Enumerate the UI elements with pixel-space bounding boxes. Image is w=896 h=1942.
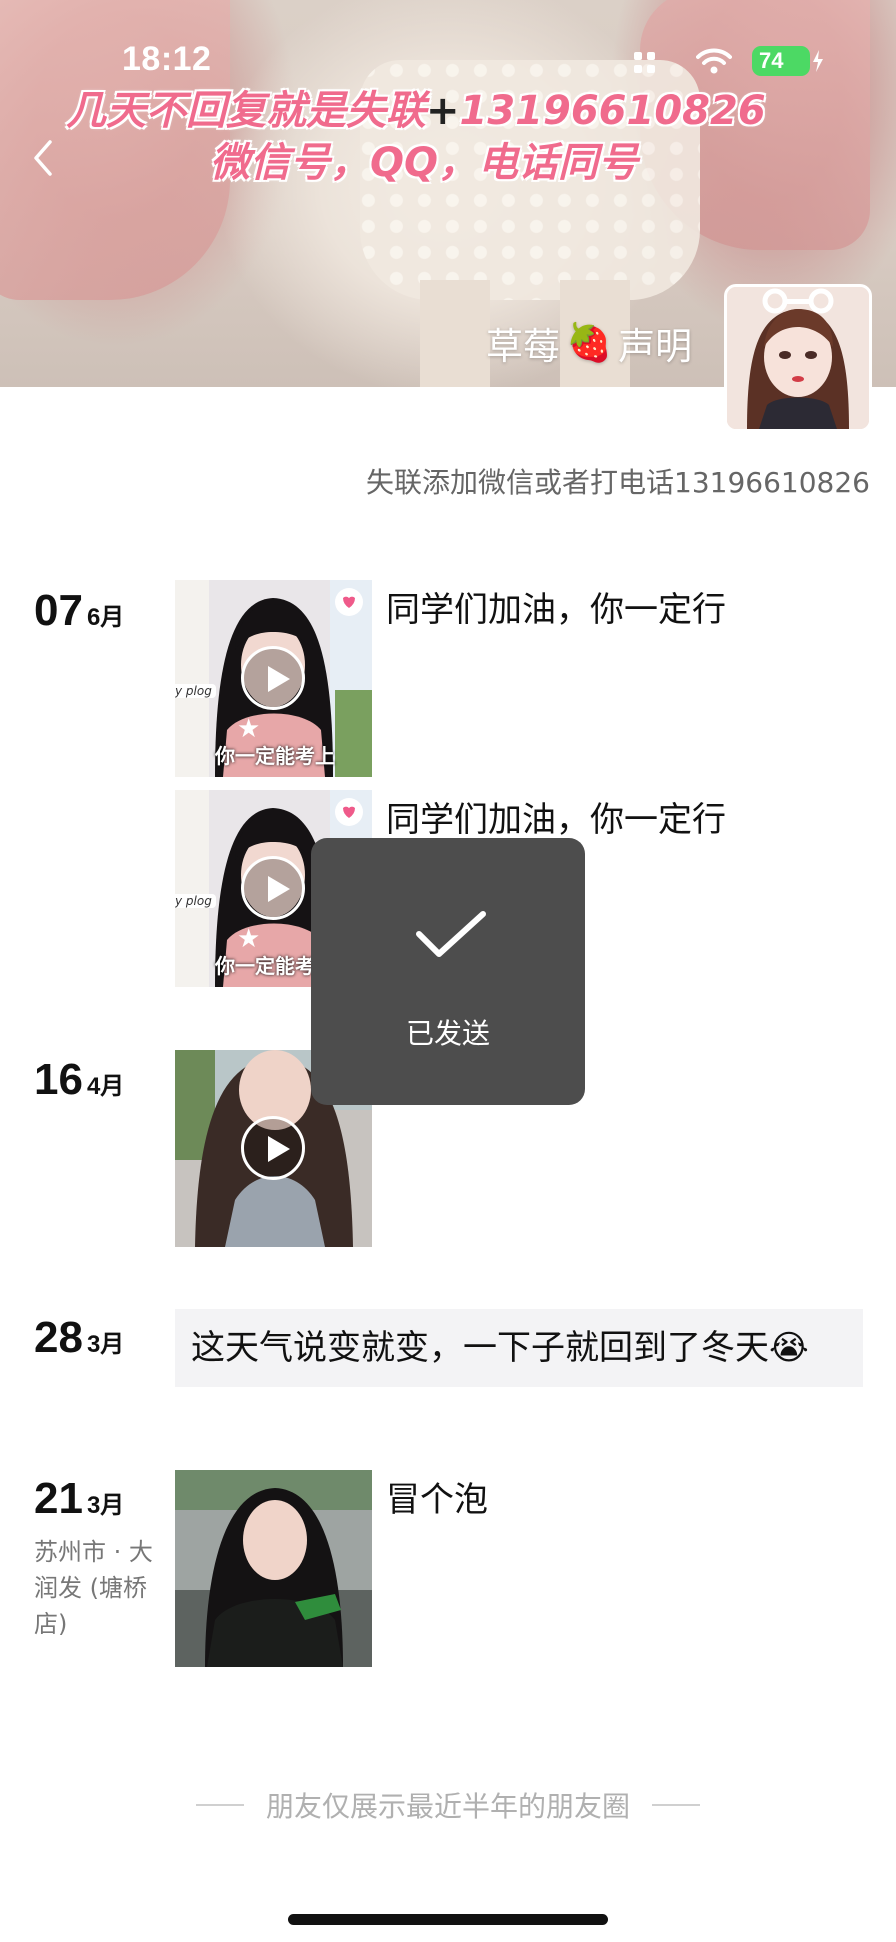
profile-nickname[interactable]: 草莓 🍓 声明 xyxy=(486,316,692,370)
post-date: 07 6月 xyxy=(34,586,125,635)
play-icon[interactable] xyxy=(241,856,305,920)
post-location[interactable]: 苏州市 · 大润发 (塘桥店) xyxy=(34,1534,164,1642)
thumb-tag: y plog xyxy=(175,894,216,908)
signal-icon xyxy=(634,52,658,74)
plus-sign: + xyxy=(426,88,460,134)
divider xyxy=(652,1804,700,1806)
text-post-card[interactable]: 这天气说变就变，一下子就回到了冬天😭 xyxy=(175,1309,863,1387)
strawberry-emoji: 🍓 xyxy=(566,321,613,364)
sent-toast: 已发送 xyxy=(311,838,585,1105)
wifi-icon xyxy=(696,48,732,74)
avatar[interactable] xyxy=(724,284,872,432)
status-time: 18:12 xyxy=(122,40,212,78)
post-text: 同学们加油，你一定行 xyxy=(386,800,726,840)
battery-icon: 74 xyxy=(752,46,823,76)
divider xyxy=(195,1804,244,1806)
back-chevron-icon[interactable] xyxy=(30,136,60,180)
home-indicator[interactable] xyxy=(288,1914,608,1925)
promo-line-1: 几天不回复就是失联+13196610826 xyxy=(66,88,766,134)
checkmark-icon xyxy=(416,911,486,957)
play-icon[interactable] xyxy=(241,646,305,710)
toast-label: 已发送 xyxy=(405,1017,490,1050)
thumb-caption: 你一定能考上 xyxy=(215,744,335,768)
thumb-tag: y plog xyxy=(175,684,216,698)
play-icon[interactable] xyxy=(241,1116,305,1180)
battery-level: 74 xyxy=(759,48,784,73)
profile-signature: 失联添加微信或者打电话13196610826 xyxy=(366,466,870,499)
post-text: 冒个泡 xyxy=(386,1480,488,1520)
promo-line-2: 微信号，QQ，电话同号 xyxy=(210,140,639,186)
photo-thumbnail-art xyxy=(175,1470,372,1667)
post-date: 28 3月 xyxy=(34,1313,125,1362)
photo-thumbnail[interactable] xyxy=(175,1470,372,1667)
post-text: 同学们加油，你一定行 xyxy=(386,590,726,630)
post-date: 16 4月 xyxy=(34,1055,125,1104)
feed-end-notice: 朋友仅展示最近半年的朋友圈 xyxy=(0,1785,896,1825)
post-date: 21 3月 xyxy=(34,1474,125,1523)
video-thumbnail[interactable]: y plog ★ 你一定能考上 xyxy=(175,580,372,777)
feed-end-text: 朋友仅展示最近半年的朋友圈 xyxy=(265,1790,630,1823)
thumb-caption: 你一定能考 xyxy=(215,954,315,978)
